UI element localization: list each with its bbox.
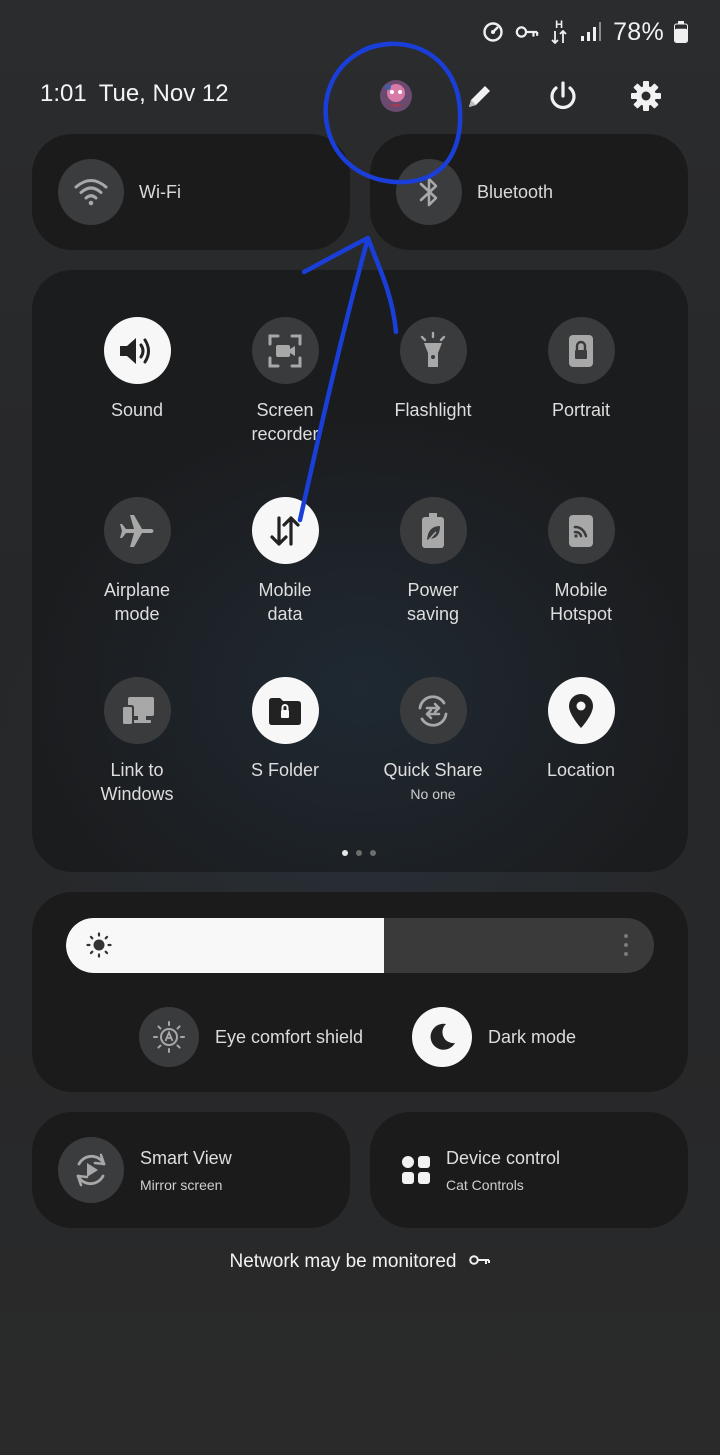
quick-share-icon — [399, 677, 467, 744]
page-dot — [342, 850, 348, 856]
status-bar: H 78% — [481, 14, 688, 50]
page-dot — [370, 850, 376, 856]
qs-mobile-data[interactable]: Mobile data — [215, 497, 355, 626]
gear-icon[interactable] — [626, 76, 666, 116]
device-control-icon — [400, 1154, 432, 1186]
smart-view-icon — [58, 1137, 124, 1203]
dark-mode-toggle[interactable]: Dark mode — [412, 1007, 576, 1067]
qs-screen-recorder[interactable]: Screen recorder — [215, 317, 355, 446]
qs-s-folder[interactable]: S Folder — [215, 677, 355, 782]
qs-sublabel: No one — [410, 786, 456, 802]
wifi-icon — [58, 159, 124, 225]
wifi-label: Wi-Fi — [139, 181, 181, 202]
leaf-battery-icon — [399, 497, 467, 564]
qs-label: Mobile data — [258, 580, 312, 624]
vpn-key-icon — [515, 20, 539, 44]
smart-view-title: Smart View — [140, 1147, 232, 1168]
qs-label: S Folder — [250, 760, 320, 780]
qs-label: Sound — [110, 400, 164, 420]
moon-icon — [412, 1007, 472, 1067]
battery-percent: 78% — [613, 17, 664, 46]
signal-icon — [579, 20, 603, 44]
date-text: Tue, Nov 12 — [98, 80, 229, 107]
location-pin-icon — [547, 677, 615, 744]
wifi-tile[interactable]: Wi-Fi — [32, 134, 350, 250]
qs-label: Screen recorder — [251, 400, 319, 444]
qs-label: Power saving — [406, 580, 460, 624]
rotation-lock-icon — [547, 317, 615, 384]
qs-label: Portrait — [551, 400, 611, 420]
clock-date[interactable]: 1:01 Tue, Nov 12 — [40, 80, 229, 108]
smart-view-subtitle: Mirror screen — [140, 1176, 223, 1193]
page-indicator — [342, 850, 376, 856]
airplane-icon — [103, 497, 171, 564]
qs-flashlight[interactable]: Flashlight — [363, 317, 503, 422]
brightness-slider[interactable] — [66, 918, 654, 973]
qs-mobile-hotspot[interactable]: Mobile Hotspot — [511, 497, 651, 626]
vpn-key-icon — [468, 1251, 491, 1273]
power-icon[interactable] — [543, 76, 583, 116]
eye-comfort-label: Eye comfort shield — [215, 1026, 364, 1047]
screen-recorder-icon — [251, 317, 319, 384]
qs-airplane-mode[interactable]: Airplane mode — [67, 497, 207, 626]
qs-quick-share[interactable]: Quick Share No one — [363, 677, 503, 802]
bluetooth-tile[interactable]: Bluetooth — [370, 134, 688, 250]
eye-comfort-toggle[interactable]: Eye comfort shield — [139, 1007, 363, 1067]
bluetooth-label: Bluetooth — [477, 181, 554, 202]
qs-label: Link to Windows — [100, 760, 174, 804]
qs-sound[interactable]: Sound — [67, 317, 207, 422]
speaker-icon — [103, 317, 171, 384]
qs-link-to-windows[interactable]: Link to Windows — [67, 677, 207, 806]
secure-folder-icon — [251, 677, 319, 744]
brightness-fill — [66, 918, 384, 973]
qs-power-saving[interactable]: Power saving — [363, 497, 503, 626]
data-saver-icon — [481, 20, 505, 44]
device-control-tile[interactable]: Device control Cat Controls — [370, 1112, 688, 1228]
qs-label: Flashlight — [394, 400, 472, 420]
mobile-data-icon — [251, 497, 319, 564]
sun-icon — [86, 932, 112, 958]
link-to-windows-icon — [103, 677, 171, 744]
profile-avatar[interactable] — [376, 76, 416, 116]
qs-portrait[interactable]: Portrait — [511, 317, 651, 422]
more-options-icon[interactable] — [624, 934, 628, 956]
pencil-icon[interactable] — [460, 76, 500, 116]
qs-location[interactable]: Location — [511, 677, 651, 782]
bluetooth-icon — [396, 159, 462, 225]
device-control-subtitle: Cat Controls — [446, 1176, 524, 1193]
network-type-label: H — [555, 19, 564, 31]
network-notice[interactable]: Network may be monitored — [0, 1251, 720, 1273]
qs-label: Mobile Hotspot — [549, 580, 613, 624]
flashlight-icon — [399, 317, 467, 384]
page-dot — [356, 850, 362, 856]
eye-comfort-icon — [139, 1007, 199, 1067]
time-text: 1:01 — [40, 80, 87, 107]
qs-label: Airplane mode — [103, 580, 171, 624]
qs-label: Quick Share — [383, 760, 483, 780]
network-notice-text: Network may be monitored — [229, 1251, 457, 1272]
battery-icon — [674, 20, 688, 44]
hotspot-icon — [547, 497, 615, 564]
smart-view-tile[interactable]: Smart View Mirror screen — [32, 1112, 350, 1228]
dark-mode-label: Dark mode — [488, 1026, 577, 1047]
qs-label: Location — [546, 760, 616, 780]
device-control-title: Device control — [446, 1147, 561, 1168]
mobile-data-activity-icon: H — [549, 20, 569, 44]
